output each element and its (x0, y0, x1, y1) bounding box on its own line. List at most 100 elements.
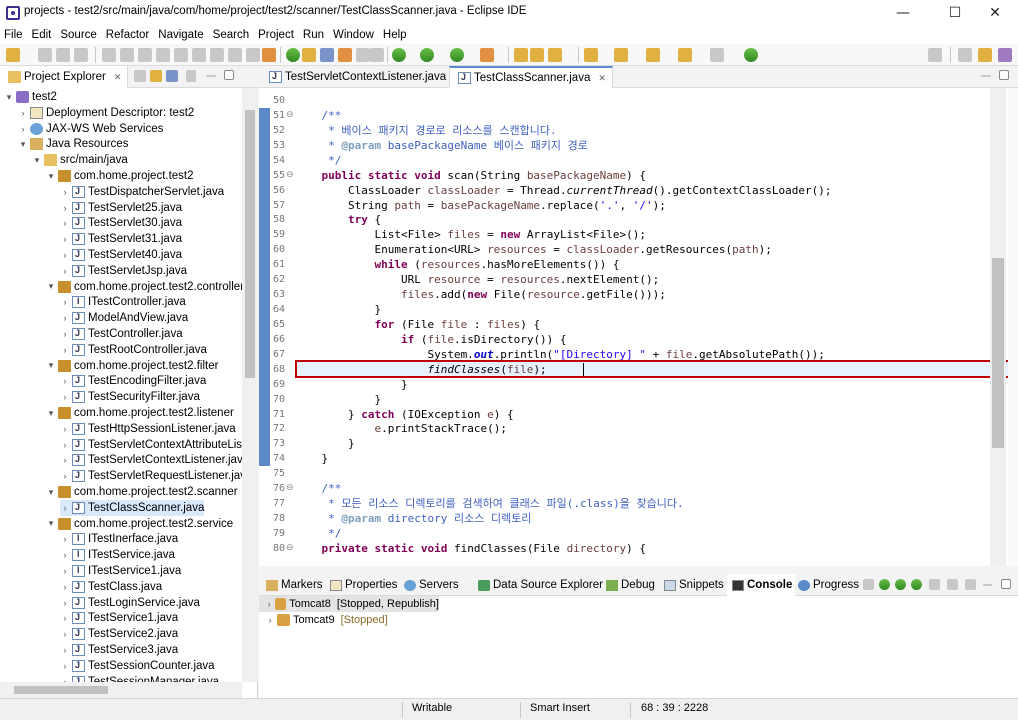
previous-annotation-icon[interactable] (614, 48, 628, 62)
outline-icon[interactable] (356, 48, 370, 62)
chevron-right-icon[interactable]: › (60, 645, 70, 655)
tree-item[interactable]: › TestRootController.java (60, 342, 207, 358)
tree-item[interactable]: ▾ test2 (4, 89, 57, 105)
close-icon[interactable]: ✕ (114, 72, 122, 83)
chevron-right-icon[interactable]: › (60, 440, 70, 450)
tree-item[interactable]: › ITestService.java (60, 547, 175, 563)
maximize-view-icon[interactable] (224, 70, 234, 80)
tree-item[interactable]: ▾ Java Resources (18, 136, 128, 152)
tree-item[interactable]: › TestServletContextListener.java (60, 452, 242, 468)
minimize-view-icon[interactable] (206, 75, 216, 77)
tree-item[interactable]: › TestSecurityFilter.java (60, 389, 200, 405)
stop-server-icon[interactable] (929, 579, 940, 590)
code-line[interactable]: URL resource = resources.nextElement(); (295, 272, 659, 287)
chevron-right-icon[interactable]: › (60, 329, 70, 339)
start-server-icon[interactable] (895, 579, 906, 590)
code-line[interactable]: try { (295, 212, 381, 227)
chevron-right-icon[interactable]: › (60, 187, 70, 197)
print-icon[interactable] (74, 48, 88, 62)
code-line[interactable]: while (resources.hasMoreElements()) { (295, 257, 619, 272)
code-line[interactable]: if (file.isDirectory()) { (295, 332, 567, 347)
code-line[interactable]: } (295, 436, 355, 451)
fold-toggle-icon[interactable]: ⊖ (286, 541, 295, 556)
tab-snippets[interactable]: Snippets (659, 574, 727, 596)
tree-item[interactable]: › TestClass.java (60, 579, 162, 595)
toggle-icon[interactable] (102, 48, 116, 62)
debug-icon[interactable] (392, 48, 406, 62)
tree-item[interactable]: › TestEncodingFilter.java (60, 373, 206, 389)
tree-item[interactable]: › TestService3.java (60, 642, 178, 658)
chevron-right-icon[interactable]: › (60, 566, 70, 576)
forward-icon[interactable] (710, 48, 724, 62)
link-with-editor-icon[interactable] (150, 70, 162, 82)
code-line[interactable]: Enumeration<URL> resources = classLoader… (295, 242, 771, 257)
chevron-down-icon[interactable]: ▾ (18, 139, 28, 150)
tab-markers[interactable]: Markers (261, 574, 326, 596)
editor-vertical-scrollbar[interactable] (990, 88, 1006, 566)
chevron-right-icon[interactable]: › (60, 629, 70, 639)
save-icon[interactable] (38, 48, 52, 62)
new-icon[interactable] (6, 48, 20, 62)
chevron-right-icon[interactable]: › (60, 313, 70, 323)
tree-item[interactable]: › ITestController.java (60, 294, 186, 310)
menu-help[interactable]: Help (379, 26, 412, 44)
server-icon[interactable] (286, 48, 300, 62)
code-line[interactable]: * @param basePackageName 베이스 패키지 경로 (295, 138, 588, 153)
code-line[interactable]: /** (295, 108, 342, 123)
tree-item[interactable]: › TestController.java (60, 326, 183, 342)
chevron-right-icon[interactable]: › (18, 108, 28, 118)
chevron-down-icon[interactable]: ▾ (46, 281, 56, 292)
code-line[interactable]: */ (295, 153, 341, 168)
tree-item[interactable]: › TestHttpSessionListener.java (60, 421, 236, 437)
code-line[interactable]: ClassLoader classLoader = Thread.current… (295, 183, 831, 198)
expand-arrow-icon[interactable]: › (265, 615, 275, 625)
chevron-down-icon[interactable]: ▾ (46, 408, 56, 419)
tree-item[interactable]: › Deployment Descriptor: test2 (18, 105, 194, 121)
collapse-all-icon[interactable] (134, 70, 146, 82)
code-line[interactable]: files.add(new File(resource.getFile())); (295, 287, 666, 302)
open-perspective-icon[interactable] (958, 48, 972, 62)
tree-item[interactable]: › TestServletJsp.java (60, 263, 187, 279)
paragraph-icon[interactable] (370, 48, 384, 62)
tree-item[interactable]: › TestService2.java (60, 626, 178, 642)
chevron-right-icon[interactable]: › (60, 424, 70, 434)
menu-navigate[interactable]: Navigate (154, 26, 208, 44)
code-line[interactable]: */ (295, 526, 341, 541)
code-line[interactable]: } (295, 302, 381, 317)
publish-icon[interactable] (947, 579, 958, 590)
tree-item[interactable]: › ModelAndView.java (60, 310, 188, 326)
chevron-right-icon[interactable]: › (60, 582, 70, 592)
chevron-down-icon[interactable]: ▾ (46, 487, 56, 498)
close-button[interactable]: ✕ (972, 0, 1018, 26)
project-explorer-tab[interactable]: Project Explorer ✕ (0, 66, 129, 88)
chevron-right-icon[interactable]: › (60, 376, 70, 386)
minimize-editor-icon[interactable] (981, 75, 991, 77)
run-icon[interactable] (420, 48, 434, 62)
suspend-icon[interactable] (156, 48, 170, 62)
chevron-right-icon[interactable]: › (60, 250, 70, 260)
new-java-project-icon[interactable] (514, 48, 528, 62)
back-icon[interactable] (678, 48, 692, 62)
chevron-right-icon[interactable]: › (60, 266, 70, 276)
tree-item[interactable]: ▾ com.home.project.test2 (46, 168, 194, 184)
code-line[interactable]: List<File> files = new ArrayList<File>()… (295, 227, 646, 242)
tab-debug[interactable]: Debug (601, 574, 658, 596)
code-line[interactable]: } (295, 392, 381, 407)
chevron-right-icon[interactable]: › (18, 124, 28, 134)
chevron-right-icon[interactable]: › (60, 392, 70, 402)
tree-scroll-thumb[interactable] (245, 110, 255, 378)
chevron-right-icon[interactable]: › (60, 550, 70, 560)
step-into-icon[interactable] (210, 48, 224, 62)
code-area[interactable]: /** * 베이스 패키지 경로로 리소스를 스캔합니다. * @param b… (295, 88, 985, 566)
minimize-panel-icon[interactable] (983, 584, 992, 586)
java-ee-perspective-icon[interactable] (978, 48, 992, 62)
fold-toggle-icon[interactable]: ⊖ (286, 168, 295, 183)
chevron-right-icon[interactable]: › (60, 503, 70, 513)
minimize-button[interactable]: — (880, 0, 926, 26)
clean-icon[interactable] (965, 579, 976, 590)
tab-properties[interactable]: Properties (325, 574, 400, 596)
server-row-tomcat9[interactable]: › Tomcat9 [Stopped] (259, 612, 388, 628)
chevron-right-icon[interactable]: › (60, 218, 70, 228)
tree-item[interactable]: ›TestSessionManager.java (60, 674, 219, 682)
skip-breakpoints-icon[interactable] (120, 48, 134, 62)
